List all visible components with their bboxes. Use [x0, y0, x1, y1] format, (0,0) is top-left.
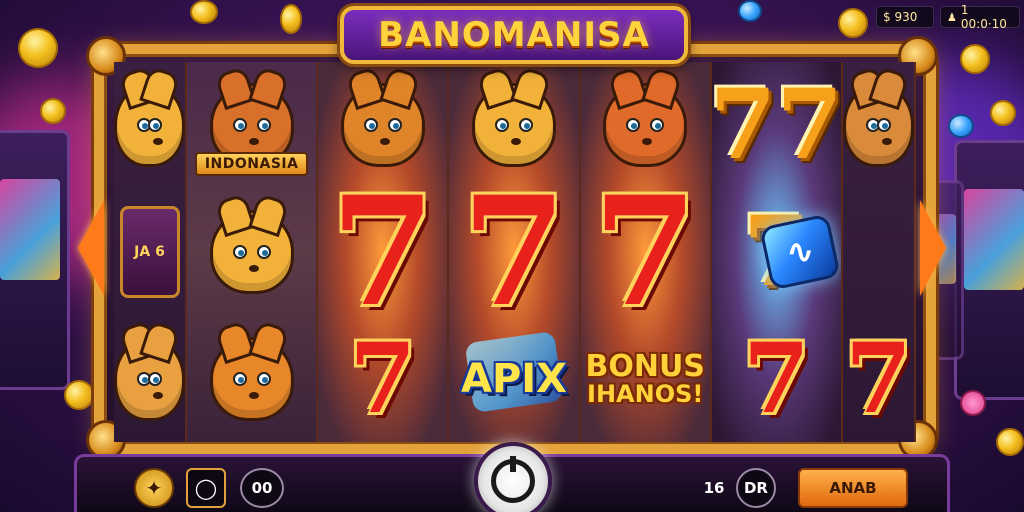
coin-button[interactable]: ✦	[134, 468, 174, 508]
animal-symbol-icon	[114, 337, 186, 421]
game-title: BANOMANISA	[378, 15, 650, 55]
next-arrow-icon[interactable]	[920, 200, 946, 296]
flying-coin-icon	[40, 98, 66, 124]
action-button[interactable]: ANAB	[798, 468, 908, 508]
animal-symbol-icon	[472, 83, 557, 167]
lines-value: 16	[703, 479, 725, 497]
flying-coin-icon	[990, 100, 1016, 126]
reel-cell: 7	[712, 316, 841, 442]
reel-cell: 7	[449, 177, 578, 327]
search-button[interactable]: ◯	[186, 468, 226, 508]
blue-gem-icon	[738, 0, 762, 22]
search-icon: ◯	[194, 476, 218, 500]
win-value: 1 00:0·10	[960, 3, 1007, 31]
flying-coin-icon	[190, 0, 218, 24]
flying-coin-icon	[996, 428, 1024, 456]
game-title-banner: BANOMANISA	[340, 6, 688, 64]
reel-cell: JA 6	[114, 189, 185, 315]
reel-7: 7	[842, 62, 917, 442]
reel-cell: BONUS IHANOS!	[581, 316, 710, 442]
reel-cell: 7	[843, 316, 914, 442]
flying-coin-icon	[64, 380, 94, 410]
wild-gem-icon: ∿	[759, 213, 841, 291]
person-icon: ♟	[947, 10, 957, 24]
flying-coin-icon	[838, 8, 868, 38]
reel-cell: 7	[581, 177, 710, 327]
animal-symbol-icon	[209, 210, 294, 294]
reel-1: JA 6	[114, 62, 188, 442]
reel-4: 7 APIX	[449, 62, 581, 442]
reel-5: 7 BONUS IHANOS!	[580, 62, 712, 442]
seven-symbol: 77	[711, 68, 843, 181]
reel-cell: 7	[318, 316, 447, 442]
auto-play-label: 00	[251, 479, 273, 497]
reel-area: JA 6INDONASIA777APIX7BONUSIHANOS!777∿77	[114, 62, 917, 442]
bonus-line-2: IHANOS!	[587, 380, 704, 409]
pink-gem-icon	[960, 390, 986, 416]
reel-cell	[842, 62, 915, 188]
lines-counter: 16	[694, 468, 734, 508]
credits-value: $ 930	[883, 10, 918, 24]
flying-coin-icon	[280, 4, 302, 34]
blue-gem-icon	[948, 114, 974, 138]
arcade-cabinet-left	[0, 130, 70, 390]
bonus-line-1: BONUS	[585, 348, 705, 384]
animal-symbol-icon	[842, 83, 915, 167]
spin-icon	[491, 456, 535, 503]
seven-symbol: 7	[461, 164, 567, 340]
apix-symbol: APIX	[461, 356, 568, 402]
reel-label-plate: INDONASIA	[195, 152, 309, 176]
bonus-symbol: BONUS IHANOS!	[585, 351, 704, 408]
reel-cell: 7∿	[712, 189, 841, 315]
action-button-label: ANAB	[829, 479, 877, 497]
reel-3: 77	[318, 62, 450, 442]
seven-symbol: 7	[845, 322, 912, 435]
reel-cell	[187, 189, 316, 315]
previous-arrow-icon[interactable]	[78, 200, 104, 296]
reel-2: INDONASIA	[187, 62, 319, 442]
reel-cell: 77	[712, 62, 841, 188]
reel-cell: APIX	[449, 316, 578, 442]
bet-button-label: DR	[743, 479, 768, 497]
card-symbol: JA 6	[119, 206, 180, 298]
bet-button[interactable]: DR	[736, 468, 776, 508]
win-counter: ♟ 1 00:0·10	[940, 3, 1020, 31]
animal-symbol-icon	[603, 83, 688, 167]
reel-cell	[114, 62, 186, 188]
seven-symbol: 7	[593, 164, 698, 340]
spin-button[interactable]	[474, 442, 552, 512]
credits-counter: $ 930	[876, 6, 934, 28]
animal-symbol-icon	[340, 83, 425, 167]
seven-symbol: 7	[330, 164, 436, 340]
animal-symbol-icon	[114, 83, 186, 167]
arcade-cabinet-right	[954, 140, 1024, 400]
coin-icon: ✦	[145, 476, 163, 500]
reel-cell: 7	[318, 177, 447, 327]
reel-cell	[843, 189, 914, 315]
animal-symbol-icon	[209, 337, 294, 421]
reel-6: 777∿7	[711, 62, 843, 442]
reel-cell	[114, 316, 186, 442]
flying-coin-icon	[12, 22, 64, 74]
flying-coin-icon	[960, 44, 990, 74]
auto-play-button[interactable]: 00	[240, 468, 284, 508]
seven-symbol: 7	[349, 322, 417, 435]
reel-cell	[187, 316, 316, 442]
seven-symbol: 7	[742, 322, 810, 435]
